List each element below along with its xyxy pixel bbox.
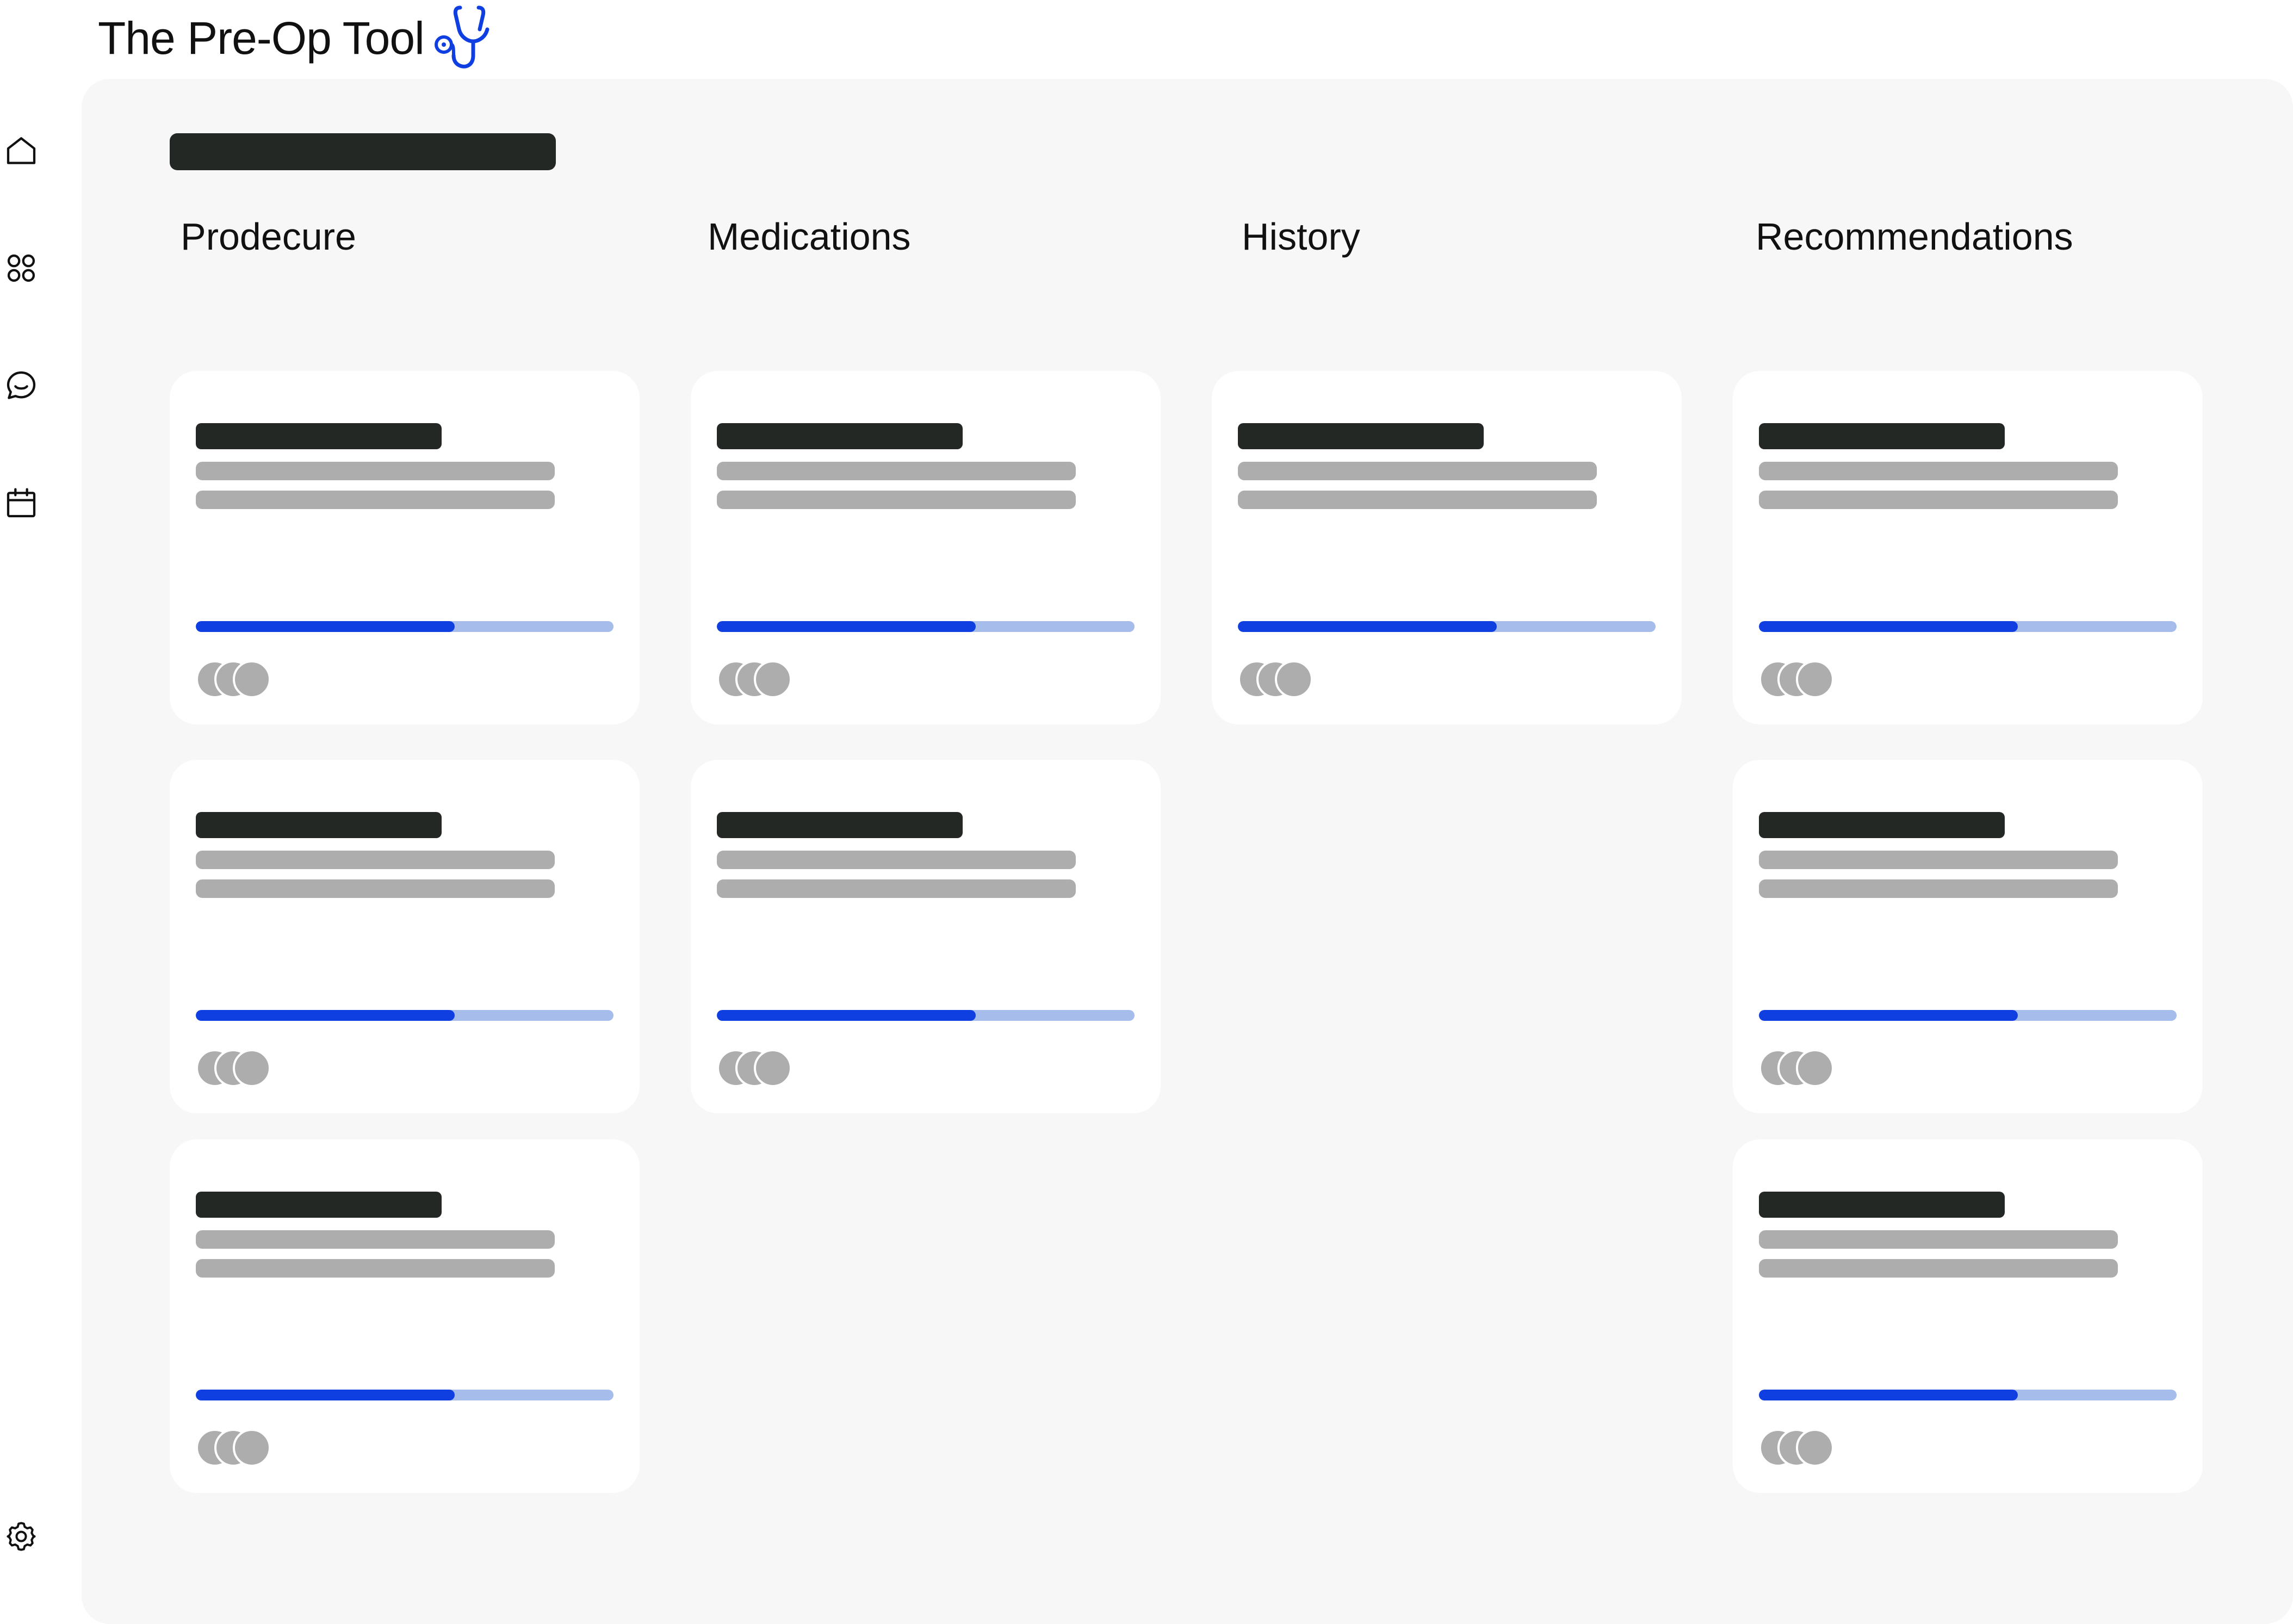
column-title: Medications bbox=[708, 215, 911, 258]
card[interactable] bbox=[1733, 760, 2203, 1113]
card-text-placeholder bbox=[1238, 462, 1597, 480]
column-title: Prodecure bbox=[181, 215, 356, 258]
home-icon[interactable] bbox=[2, 132, 40, 170]
card-title-placeholder bbox=[1238, 423, 1484, 449]
progress-fill bbox=[717, 621, 976, 632]
grid-icon[interactable] bbox=[2, 249, 40, 287]
card-title-placeholder bbox=[717, 423, 963, 449]
card-text-placeholder bbox=[1759, 879, 2118, 898]
avatar-group bbox=[1759, 1049, 1868, 1088]
progress-bar bbox=[196, 1390, 613, 1400]
card[interactable] bbox=[170, 1139, 640, 1493]
progress-bar bbox=[1238, 621, 1656, 632]
card-text-placeholder bbox=[196, 491, 555, 509]
card[interactable] bbox=[1212, 371, 1682, 724]
column-title: Recommendations bbox=[1756, 215, 2073, 258]
card-text-placeholder bbox=[1759, 491, 2118, 509]
avatar-group bbox=[1759, 1429, 1868, 1468]
card-text-placeholder bbox=[1759, 1230, 2118, 1249]
card-text-placeholder bbox=[1759, 462, 2118, 480]
avatar-group bbox=[717, 1049, 826, 1088]
progress-fill bbox=[196, 1390, 455, 1400]
avatar[interactable] bbox=[1796, 660, 1834, 698]
card-text-placeholder bbox=[1759, 851, 2118, 869]
card[interactable] bbox=[170, 760, 640, 1113]
avatar-group bbox=[196, 1429, 305, 1468]
card-title-placeholder bbox=[1759, 1192, 2005, 1218]
progress-fill bbox=[1759, 1390, 2018, 1400]
progress-fill bbox=[1238, 621, 1497, 632]
card-text-placeholder bbox=[717, 851, 1076, 869]
progress-bar bbox=[196, 1010, 613, 1021]
card-title-placeholder bbox=[196, 1192, 442, 1218]
progress-fill bbox=[196, 621, 455, 632]
avatar[interactable] bbox=[1275, 660, 1313, 698]
avatar[interactable] bbox=[233, 1429, 271, 1467]
card-text-placeholder bbox=[1238, 491, 1597, 509]
card[interactable] bbox=[1733, 371, 2203, 724]
progress-bar bbox=[717, 1010, 1135, 1021]
card-text-placeholder bbox=[196, 879, 555, 898]
progress-fill bbox=[717, 1010, 976, 1021]
avatar[interactable] bbox=[233, 660, 271, 698]
avatar[interactable] bbox=[754, 660, 792, 698]
card-text-placeholder bbox=[196, 1230, 555, 1249]
avatar[interactable] bbox=[1796, 1049, 1834, 1087]
progress-fill bbox=[1759, 1010, 2018, 1021]
card-title-placeholder bbox=[1759, 423, 2005, 449]
progress-bar bbox=[717, 621, 1135, 632]
card-text-placeholder bbox=[196, 1259, 555, 1278]
card-text-placeholder bbox=[196, 851, 555, 869]
progress-bar bbox=[1759, 1010, 2177, 1021]
progress-bar bbox=[196, 621, 613, 632]
app-title: The Pre-Op Tool bbox=[98, 12, 425, 64]
stethoscope-icon bbox=[434, 5, 489, 69]
card-title-placeholder bbox=[196, 812, 442, 838]
avatar[interactable] bbox=[754, 1049, 792, 1087]
avatar-group bbox=[1238, 660, 1347, 699]
chat-icon[interactable] bbox=[2, 367, 40, 405]
card-text-placeholder bbox=[717, 491, 1076, 509]
card-title-placeholder bbox=[717, 812, 963, 838]
card-text-placeholder bbox=[717, 879, 1076, 898]
gear-icon[interactable] bbox=[2, 1517, 40, 1555]
card-title-placeholder bbox=[1759, 812, 2005, 838]
page-title-placeholder bbox=[170, 133, 556, 170]
avatar[interactable] bbox=[1796, 1429, 1834, 1467]
column-title: History bbox=[1242, 215, 1360, 258]
avatar-group bbox=[717, 660, 826, 699]
avatar-group bbox=[196, 1049, 305, 1088]
progress-bar bbox=[1759, 1390, 2177, 1400]
card[interactable] bbox=[691, 371, 1161, 724]
app-header: The Pre-Op Tool bbox=[98, 0, 492, 76]
avatar-group bbox=[196, 660, 305, 699]
card-text-placeholder bbox=[717, 462, 1076, 480]
card-text-placeholder bbox=[1759, 1259, 2118, 1278]
card-title-placeholder bbox=[196, 423, 442, 449]
progress-fill bbox=[1759, 621, 2018, 632]
progress-bar bbox=[1759, 621, 2177, 632]
sidebar bbox=[0, 0, 44, 1624]
progress-fill bbox=[196, 1010, 455, 1021]
card-text-placeholder bbox=[196, 462, 555, 480]
card[interactable] bbox=[170, 371, 640, 724]
avatar[interactable] bbox=[233, 1049, 271, 1087]
calendar-icon[interactable] bbox=[2, 484, 40, 522]
card[interactable] bbox=[691, 760, 1161, 1113]
card[interactable] bbox=[1733, 1139, 2203, 1493]
board-panel: Prodecure Medications History Recommenda… bbox=[82, 79, 2293, 1624]
avatar-group bbox=[1759, 660, 1868, 699]
